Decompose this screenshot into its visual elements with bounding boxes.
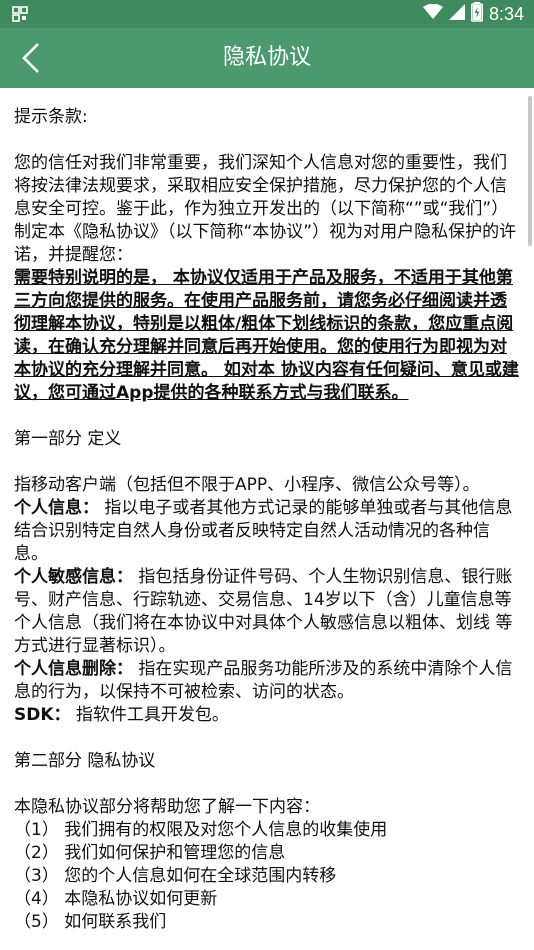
app-bar: 隐私协议 xyxy=(0,28,534,88)
list-item: （3） 您的个人信息如何在全球范围内转移 xyxy=(14,866,337,886)
list-item: （1） 我们拥有的权限及对您个人信息的收集使用 xyxy=(14,820,388,840)
part2-title: 第二部分 隐私协议 xyxy=(14,751,156,771)
scrollbar[interactable] xyxy=(528,96,532,246)
notice-paragraph: 需要特别说明的是， 本协议仅适用于产品及服务，不适用于其他第三方向您提供的服务。… xyxy=(14,268,519,403)
def-delete-term: 个人信息删除： xyxy=(14,659,133,679)
part1-title: 第一部分 定义 xyxy=(14,429,122,449)
def-sensitive-term: 个人敏感信息： xyxy=(14,567,133,587)
def-sensitive: 个人敏感信息： 指包括身份证件号码、个人生物识别信息、银行账号、财产信息、行踪轨… xyxy=(14,566,520,658)
status-bar: 8:34 xyxy=(0,0,534,28)
intro-paragraph: 您的信任对我们非常重要，我们深知个人信息对您的重要性，我们将按法律法规要求，采取… xyxy=(14,153,517,265)
def-delete: 个人信息删除： 指在实现产品服务功能所涉及的系统中清除个人信息的行为，以保持不可… xyxy=(14,658,520,704)
def-personal-term: 个人信息： xyxy=(14,498,99,518)
status-time: 8:34 xyxy=(488,3,524,24)
signal-icon xyxy=(448,4,465,24)
def-personal: 个人信息： 指以电子或者其他方式记录的能够单独或者与其他信息结合识别特定自然人身… xyxy=(14,497,520,566)
privacy-document: 提示条款: 您的信任对我们非常重要，我们深知个人信息对您的重要性，我们将按法律法… xyxy=(0,88,534,934)
privacy-content[interactable]: 提示条款: 您的信任对我们非常重要，我们深知个人信息对您的重要性，我们将按法律法… xyxy=(0,88,534,950)
wifi-icon xyxy=(422,3,443,24)
def-client: 指移动客户端（包括但不限于APP、小程序、微信公众号等）。 xyxy=(14,475,480,495)
def-sdk-term: SDK： xyxy=(14,705,71,725)
list-item: （4） 本隐私协议如何更新 xyxy=(14,889,218,909)
battery-icon xyxy=(470,2,483,26)
list-item: （5） 如何联系我们 xyxy=(14,912,167,932)
def-sdk-text: 指软件工具开发包。 xyxy=(70,705,229,725)
page-title: 隐私协议 xyxy=(222,45,311,70)
notification-icon xyxy=(12,6,28,22)
part2-intro: 本隐私协议部分将帮助您了解一下内容： xyxy=(14,797,320,817)
def-sdk: SDK： 指软件工具开发包。 xyxy=(14,704,520,727)
tip-heading: 提示条款: xyxy=(14,107,88,127)
list-item: （2） 我们如何保护和管理您的信息 xyxy=(14,843,286,863)
